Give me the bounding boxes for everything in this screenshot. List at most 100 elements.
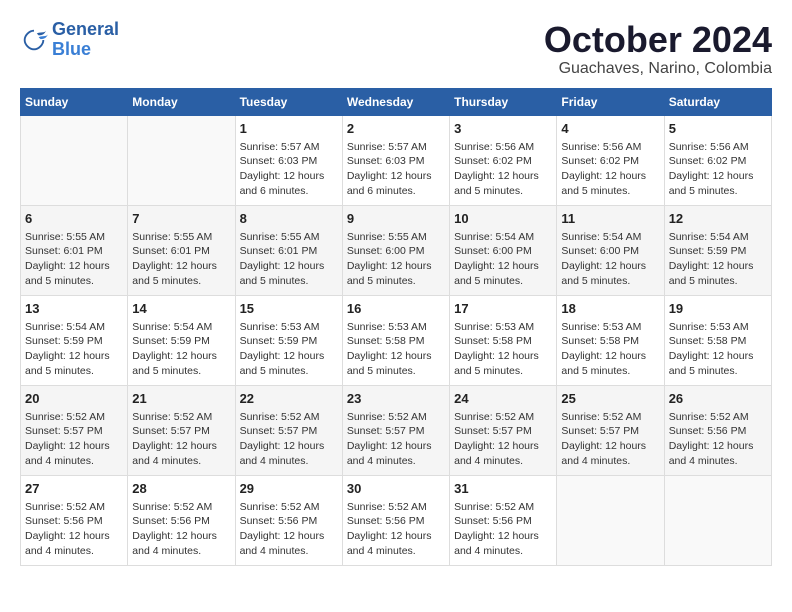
day-info: Sunrise: 5:55 AM Sunset: 6:01 PM Dayligh…	[240, 230, 338, 289]
day-number: 17	[454, 300, 552, 318]
day-number: 3	[454, 120, 552, 138]
calendar-cell	[557, 475, 664, 565]
calendar-cell: 7Sunrise: 5:55 AM Sunset: 6:01 PM Daylig…	[128, 205, 235, 295]
day-info: Sunrise: 5:52 AM Sunset: 5:56 PM Dayligh…	[240, 500, 338, 559]
day-number: 13	[25, 300, 123, 318]
day-info: Sunrise: 5:53 AM Sunset: 5:58 PM Dayligh…	[347, 320, 445, 379]
day-info: Sunrise: 5:55 AM Sunset: 6:00 PM Dayligh…	[347, 230, 445, 289]
day-number: 30	[347, 480, 445, 498]
day-info: Sunrise: 5:53 AM Sunset: 5:58 PM Dayligh…	[454, 320, 552, 379]
calendar-cell	[128, 115, 235, 205]
logo-text: GeneralBlue	[52, 20, 119, 60]
day-number: 5	[669, 120, 767, 138]
title-block: October 2024 Guachaves, Narino, Colombia	[544, 20, 772, 78]
day-number: 16	[347, 300, 445, 318]
calendar-cell: 9Sunrise: 5:55 AM Sunset: 6:00 PM Daylig…	[342, 205, 449, 295]
calendar-table: SundayMondayTuesdayWednesdayThursdayFrid…	[20, 88, 772, 566]
day-info: Sunrise: 5:52 AM Sunset: 5:57 PM Dayligh…	[25, 410, 123, 469]
day-number: 18	[561, 300, 659, 318]
header-day-sunday: Sunday	[21, 88, 128, 115]
calendar-cell	[21, 115, 128, 205]
day-number: 15	[240, 300, 338, 318]
logo: GeneralBlue	[20, 20, 119, 60]
week-row-5: 27Sunrise: 5:52 AM Sunset: 5:56 PM Dayli…	[21, 475, 772, 565]
header-day-monday: Monday	[128, 88, 235, 115]
day-info: Sunrise: 5:52 AM Sunset: 5:56 PM Dayligh…	[347, 500, 445, 559]
day-number: 26	[669, 390, 767, 408]
day-info: Sunrise: 5:52 AM Sunset: 5:56 PM Dayligh…	[454, 500, 552, 559]
calendar-cell: 25 Sunrise: 5:52 AM Sunset: 5:57 PM Dayli…	[557, 385, 664, 475]
day-number: 20	[25, 390, 123, 408]
day-info: Sunrise: 5:55 AM Sunset: 6:01 PM Dayligh…	[25, 230, 123, 289]
calendar-cell: 16 Sunrise: 5:53 AM Sunset: 5:58 PM Dayli…	[342, 295, 449, 385]
calendar-cell: 19Sunrise: 5:53 AM Sunset: 5:58 PM Dayli…	[664, 295, 771, 385]
day-number: 31	[454, 480, 552, 498]
header-day-saturday: Saturday	[664, 88, 771, 115]
calendar-cell: 13 Sunrise: 5:54 AM Sunset: 5:59 PM Dayli…	[21, 295, 128, 385]
header-day-tuesday: Tuesday	[235, 88, 342, 115]
day-info: Sunrise: 5:54 AM Sunset: 5:59 PM Dayligh…	[669, 230, 767, 289]
day-info: Sunrise: 5:54 AM Sunset: 6:00 PM Dayligh…	[454, 230, 552, 289]
day-number: 10	[454, 210, 552, 228]
calendar-cell: 10 Sunrise: 5:54 AM Sunset: 6:00 PM Dayli…	[450, 205, 557, 295]
calendar-cell: 20 Sunrise: 5:52 AM Sunset: 5:57 PM Dayli…	[21, 385, 128, 475]
day-info: Sunrise: 5:52 AM Sunset: 5:56 PM Dayligh…	[25, 500, 123, 559]
day-info: Sunrise: 5:56 AM Sunset: 6:02 PM Dayligh…	[454, 140, 552, 199]
day-info: Sunrise: 5:53 AM Sunset: 5:58 PM Dayligh…	[669, 320, 767, 379]
day-info: Sunrise: 5:52 AM Sunset: 5:56 PM Dayligh…	[132, 500, 230, 559]
header-day-friday: Friday	[557, 88, 664, 115]
calendar-cell: 30 Sunrise: 5:52 AM Sunset: 5:56 PM Dayli…	[342, 475, 449, 565]
page-header: GeneralBlue October 2024 Guachaves, Nari…	[20, 20, 772, 78]
day-info: Sunrise: 5:53 AM Sunset: 5:59 PM Dayligh…	[240, 320, 338, 379]
calendar-cell: 8 Sunrise: 5:55 AM Sunset: 6:01 PM Daylig…	[235, 205, 342, 295]
day-info: Sunrise: 5:57 AM Sunset: 6:03 PM Dayligh…	[240, 140, 338, 199]
day-info: Sunrise: 5:52 AM Sunset: 5:57 PM Dayligh…	[240, 410, 338, 469]
day-info: Sunrise: 5:57 AM Sunset: 6:03 PM Dayligh…	[347, 140, 445, 199]
calendar-cell: 1 Sunrise: 5:57 AM Sunset: 6:03 PM Daylig…	[235, 115, 342, 205]
calendar-cell: 18 Sunrise: 5:53 AM Sunset: 5:58 PM Dayli…	[557, 295, 664, 385]
header-day-thursday: Thursday	[450, 88, 557, 115]
calendar-body: 1 Sunrise: 5:57 AM Sunset: 6:03 PM Daylig…	[21, 115, 772, 565]
week-row-2: 6 Sunrise: 5:55 AM Sunset: 6:01 PM Daylig…	[21, 205, 772, 295]
header-day-wednesday: Wednesday	[342, 88, 449, 115]
day-info: Sunrise: 5:52 AM Sunset: 5:57 PM Dayligh…	[132, 410, 230, 469]
day-number: 23	[347, 390, 445, 408]
day-info: Sunrise: 5:52 AM Sunset: 5:57 PM Dayligh…	[561, 410, 659, 469]
calendar-cell: 15 Sunrise: 5:53 AM Sunset: 5:59 PM Dayli…	[235, 295, 342, 385]
calendar-cell: 11Sunrise: 5:54 AM Sunset: 6:00 PM Dayli…	[557, 205, 664, 295]
day-info: Sunrise: 5:53 AM Sunset: 5:58 PM Dayligh…	[561, 320, 659, 379]
calendar-cell: 4Sunrise: 5:56 AM Sunset: 6:02 PM Daylig…	[557, 115, 664, 205]
calendar-cell: 6 Sunrise: 5:55 AM Sunset: 6:01 PM Daylig…	[21, 205, 128, 295]
day-number: 8	[240, 210, 338, 228]
calendar-cell: 31 Sunrise: 5:52 AM Sunset: 5:56 PM Dayli…	[450, 475, 557, 565]
day-info: Sunrise: 5:56 AM Sunset: 6:02 PM Dayligh…	[669, 140, 767, 199]
calendar-header: SundayMondayTuesdayWednesdayThursdayFrid…	[21, 88, 772, 115]
calendar-cell: 23Sunrise: 5:52 AM Sunset: 5:57 PM Dayli…	[342, 385, 449, 475]
day-number: 14	[132, 300, 230, 318]
day-number: 4	[561, 120, 659, 138]
day-number: 1	[240, 120, 338, 138]
calendar-cell: 24 Sunrise: 5:52 AM Sunset: 5:57 PM Dayli…	[450, 385, 557, 475]
calendar-cell: 26 Sunrise: 5:52 AM Sunset: 5:56 PM Dayli…	[664, 385, 771, 475]
day-info: Sunrise: 5:52 AM Sunset: 5:56 PM Dayligh…	[669, 410, 767, 469]
day-info: Sunrise: 5:52 AM Sunset: 5:57 PM Dayligh…	[454, 410, 552, 469]
day-number: 24	[454, 390, 552, 408]
calendar-cell: 14 Sunrise: 5:54 AM Sunset: 5:59 PM Dayli…	[128, 295, 235, 385]
header-row: SundayMondayTuesdayWednesdayThursdayFrid…	[21, 88, 772, 115]
month-title: October 2024	[544, 20, 772, 60]
calendar-cell: 12Sunrise: 5:54 AM Sunset: 5:59 PM Dayli…	[664, 205, 771, 295]
day-number: 22	[240, 390, 338, 408]
calendar-cell: 17 Sunrise: 5:53 AM Sunset: 5:58 PM Dayli…	[450, 295, 557, 385]
day-number: 6	[25, 210, 123, 228]
calendar-cell: 2Sunrise: 5:57 AM Sunset: 6:03 PM Daylig…	[342, 115, 449, 205]
calendar-cell: 28Sunrise: 5:52 AM Sunset: 5:56 PM Dayli…	[128, 475, 235, 565]
day-info: Sunrise: 5:54 AM Sunset: 6:00 PM Dayligh…	[561, 230, 659, 289]
day-info: Sunrise: 5:54 AM Sunset: 5:59 PM Dayligh…	[132, 320, 230, 379]
day-number: 21	[132, 390, 230, 408]
location: Guachaves, Narino, Colombia	[544, 60, 772, 78]
day-number: 29	[240, 480, 338, 498]
calendar-cell: 29 Sunrise: 5:52 AM Sunset: 5:56 PM Dayli…	[235, 475, 342, 565]
day-info: Sunrise: 5:54 AM Sunset: 5:59 PM Dayligh…	[25, 320, 123, 379]
calendar-cell: 5 Sunrise: 5:56 AM Sunset: 6:02 PM Daylig…	[664, 115, 771, 205]
day-number: 25	[561, 390, 659, 408]
